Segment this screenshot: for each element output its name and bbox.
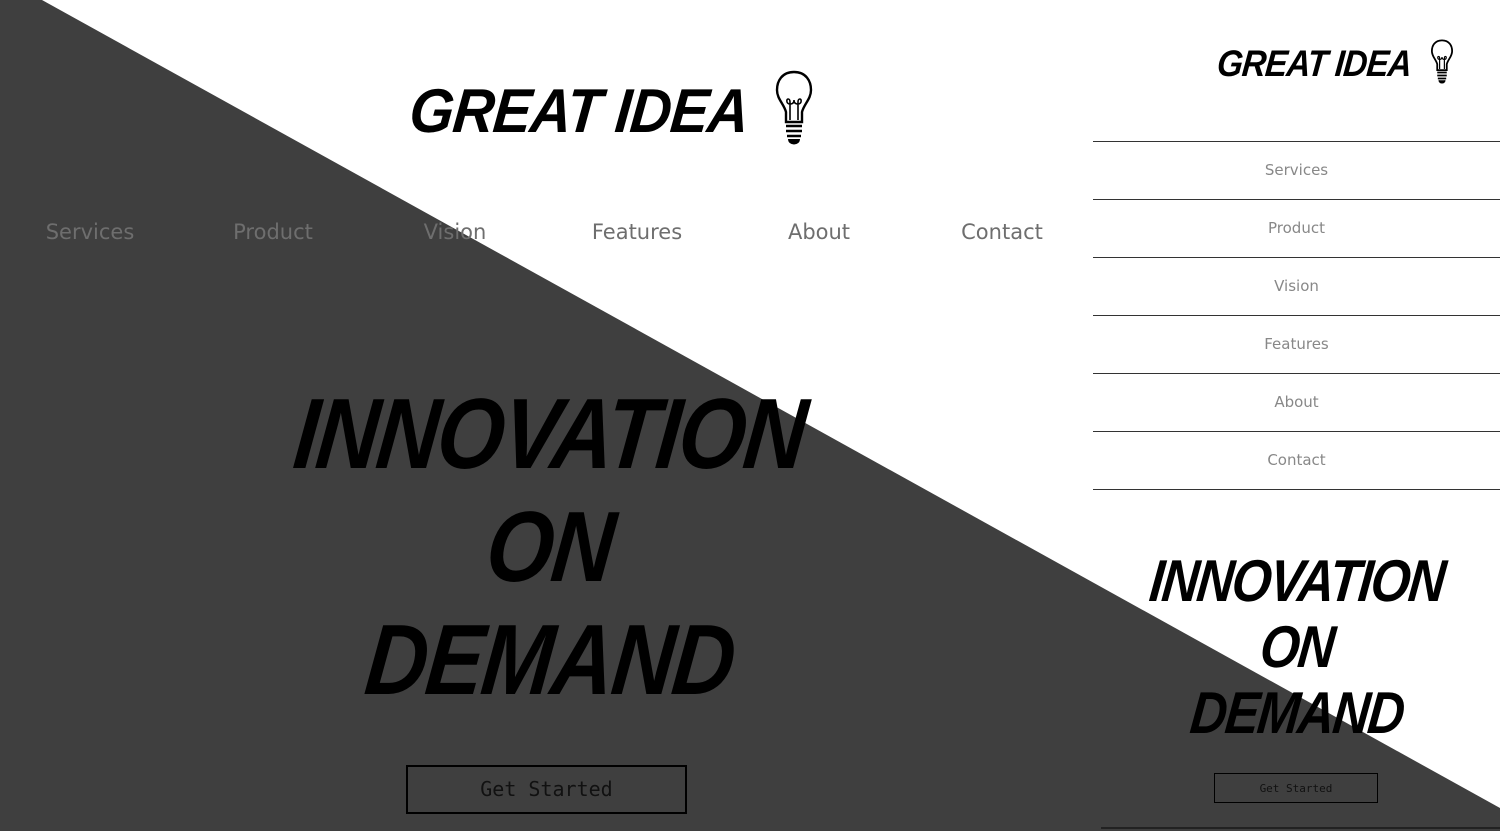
divider xyxy=(1101,827,1500,829)
mobile-get-started-button[interactable]: Get Started xyxy=(1214,773,1378,803)
mobile-nav-item-vision[interactable]: Vision xyxy=(1093,258,1500,316)
brand-logo-mobile[interactable]: GREAT IDEA xyxy=(1215,38,1454,88)
mobile-nav-item-product[interactable]: Product xyxy=(1093,200,1500,258)
main-nav: Services Product Vision Features About C… xyxy=(0,212,1093,252)
mobile-hero-line-1: INNOVATION xyxy=(1146,548,1448,614)
mobile-view: GREAT IDEA Services Product Vision Featu… xyxy=(1093,0,1500,831)
nav-item-contact[interactable]: Contact xyxy=(912,212,1092,252)
brand-name: GREAT IDEA xyxy=(406,77,752,146)
mobile-nav-item-about[interactable]: About xyxy=(1093,374,1500,432)
brand-name-mobile: GREAT IDEA xyxy=(1215,43,1414,84)
lightbulb-icon xyxy=(775,70,812,145)
mobile-nav-item-features[interactable]: Features xyxy=(1093,316,1500,374)
nav-item-about[interactable]: About xyxy=(729,212,909,252)
hero-headline: INNOVATION ON DEMAND xyxy=(250,378,850,717)
hero-line-2: ON xyxy=(481,491,619,603)
mobile-hero-line-2: ON xyxy=(1257,614,1337,680)
desktop-view: GREAT IDEA Services Product Vision Featu… xyxy=(0,0,1093,831)
mobile-nav-item-services[interactable]: Services xyxy=(1093,142,1500,200)
hero-line-3: DEMAND xyxy=(360,604,740,716)
nav-item-vision[interactable]: Vision xyxy=(365,212,545,252)
nav-item-product[interactable]: Product xyxy=(183,212,363,252)
get-started-button[interactable]: Get Started xyxy=(406,765,687,814)
mobile-hero-line-3: DEMAND xyxy=(1187,680,1407,746)
brand-logo[interactable]: GREAT IDEA xyxy=(406,66,814,152)
nav-item-services[interactable]: Services xyxy=(0,212,180,252)
hero-line-1: INNOVATION xyxy=(289,378,811,490)
page: GREAT IDEA Services Product Vision Featu… xyxy=(0,0,1500,831)
mobile-nav-item-contact[interactable]: Contact xyxy=(1093,432,1500,490)
mobile-hero-headline: INNOVATION ON DEMAND xyxy=(1117,548,1477,746)
mobile-nav: Services Product Vision Features About C… xyxy=(1093,141,1500,490)
lightbulb-icon xyxy=(1431,39,1454,84)
nav-item-features[interactable]: Features xyxy=(547,212,727,252)
